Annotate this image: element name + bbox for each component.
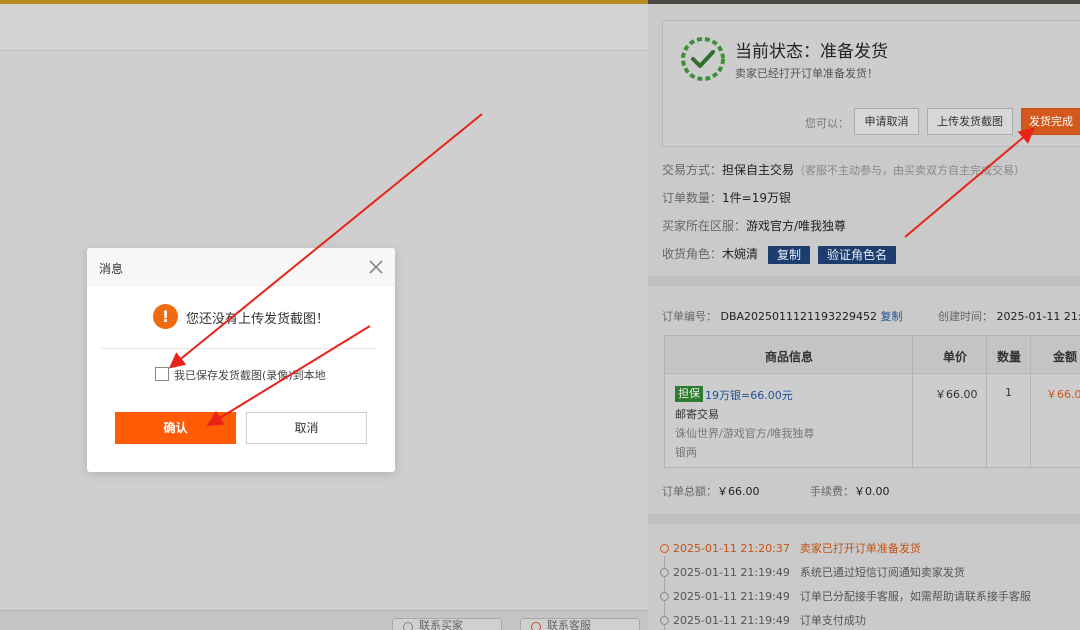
order-id-label: 订单编号： [662, 310, 717, 323]
column-divider [986, 336, 987, 467]
header-product-info: 商品信息 [765, 350, 814, 364]
table-header: 商品信息 单价 数量 金额 [665, 336, 1080, 374]
timeline-text: 订单支付成功 [799, 614, 866, 627]
product-trade-type: 邮寄交易 [675, 408, 719, 421]
fee-row: 手续费：￥0.00 [810, 483, 890, 499]
timeline-dot-icon [660, 592, 669, 601]
fee-value: ￥0.00 [854, 485, 890, 498]
total-value: ￥66.00 [717, 485, 760, 498]
product-server: 诛仙世界/游戏官方/唯我独尊 [675, 427, 815, 440]
timeline-time: 2025-01-11 21:19:49 [673, 614, 790, 627]
close-icon[interactable] [367, 258, 385, 276]
trade-mode-row: 交易方式：担保自主交易（客服不主动参与，由买卖双方自主完成交易） [662, 161, 1025, 178]
contact-service-label: 联系客服 [547, 619, 591, 630]
order-id-row: 订单编号： DBA2025011121193229452 复制 [662, 308, 903, 324]
person-icon [403, 622, 413, 630]
right-top-bar [648, 0, 1080, 4]
order-quantity-row: 订单数量：1件=19万银 [662, 189, 791, 206]
header-unit-price: 单价 [943, 350, 968, 364]
dialog-title: 消息 [99, 262, 124, 276]
timeline-item: 2025-01-11 21:19:49 订单已分配接手客服，如需帮助请联系接手客服 [660, 590, 1031, 604]
trade-mode-value: 担保自主交易 [722, 163, 795, 177]
left-header-strip [0, 4, 648, 51]
timeline-time: 2025-01-11 21:19:49 [673, 566, 790, 579]
fee-label: 手续费： [810, 485, 854, 498]
copy-order-id-link[interactable]: 复制 [881, 310, 903, 323]
contact-service-button[interactable]: 联系客服 [520, 618, 640, 630]
ship-done-button[interactable]: 发货完成 [1021, 108, 1080, 135]
order-items-table: 商品信息 单价 数量 金额 担保 19万银=66.00元 邮寄交易 诛仙世界/游… [664, 335, 1080, 468]
header-amount: 金额 [1053, 350, 1078, 364]
trade-mode-hint: （客服不主动参与，由买卖双方自主完成交易） [794, 164, 1026, 177]
timeline-time: 2025-01-11 21:19:49 [673, 590, 790, 603]
quantity-cell: 1 [1005, 386, 1012, 399]
guarantee-tag: 担保 [675, 386, 703, 402]
timeline-text: 卖家已打开订单准备发货 [799, 542, 921, 555]
order-id-value: DBA2025011121193229452 [720, 310, 878, 323]
status-check-icon [681, 37, 725, 81]
server-label: 买家所在区服： [662, 219, 747, 233]
cancel-button[interactable]: 取消 [246, 412, 367, 444]
headset-icon [531, 622, 541, 630]
created-label: 创建时间： [938, 310, 993, 323]
amount-value: ￥66.00 [1046, 388, 1080, 401]
quantity-value: 1件=19万银 [722, 191, 791, 205]
confirm-button[interactable]: 确认 [115, 412, 236, 444]
receiver-role-row: 收货角色：木婉清 复制 验证角色名 [662, 245, 897, 264]
total-label: 订单总额： [662, 485, 717, 498]
timeline-text: 订单已分配接手客服，如需帮助请联系接手客服 [799, 590, 1031, 603]
status-description: 卖家已经打开订单准备发货！ [735, 67, 878, 80]
quantity-label: 订单数量： [662, 191, 723, 205]
buyer-server-row: 买家所在区服：游戏官方/唯我独尊 [662, 217, 846, 234]
saved-screenshot-label[interactable]: 我已保存发货截图(录像)到本地 [174, 367, 326, 383]
timeline-dot-icon [660, 616, 669, 625]
timeline-item: 2025-01-11 21:19:49 订单支付成功 [660, 614, 866, 628]
role-label: 收货角色： [662, 247, 723, 261]
unit-price-value: ￥66.00 [935, 388, 978, 401]
timeline-dot-icon [660, 568, 669, 577]
order-status-card: 当前状态：准备发货 卖家已经打开订单准备发货！ 您可以： 申请取消 上传发货截图… [662, 20, 1080, 147]
copy-role-button[interactable]: 复制 [768, 245, 811, 264]
upload-screenshot-button[interactable]: 上传发货截图 [927, 108, 1013, 135]
timeline-item: 2025-01-11 21:20:37 卖家已打开订单准备发货 [660, 542, 921, 556]
dialog-header: 消息 [87, 248, 395, 286]
timeline-item: 2025-01-11 21:19:49 系统已通过短信订阅通知卖家发货 [660, 566, 965, 580]
request-cancel-button[interactable]: 申请取消 [854, 108, 919, 135]
verify-role-button[interactable]: 验证角色名 [818, 245, 897, 264]
timeline-time: 2025-01-11 21:20:37 [673, 542, 790, 555]
status-title: 当前状态：准备发货 [735, 42, 888, 62]
product-category: 银两 [675, 446, 697, 459]
order-created-row: 创建时间： 2025-01-11 21:19 [938, 308, 1080, 324]
role-value: 木婉清 [722, 247, 759, 261]
product-name-link[interactable]: 19万银=66.00元 [705, 387, 793, 403]
section-divider [648, 276, 1080, 286]
order-total-row: 订单总额：￥66.00 [662, 483, 760, 499]
dialog-message: 您还没有上传发货截图！ [186, 312, 330, 327]
server-value: 游戏官方/唯我独尊 [746, 219, 847, 233]
contact-buyer-button[interactable]: 联系买家 [392, 618, 502, 630]
header-quantity: 数量 [997, 350, 1022, 364]
section-divider [648, 514, 1080, 524]
timeline-dot-icon [660, 544, 669, 553]
order-detail-panel: 当前状态：准备发货 卖家已经打开订单准备发货！ 您可以： 申请取消 上传发货截图… [648, 0, 1080, 630]
actions-label: 您可以： [805, 117, 849, 130]
contact-buyer-label: 联系买家 [419, 619, 463, 630]
timeline-text: 系统已通过短信订阅通知卖家发货 [799, 566, 965, 579]
column-divider [1030, 336, 1031, 467]
saved-screenshot-checkbox[interactable] [155, 367, 169, 381]
created-value: 2025-01-11 21:19 [996, 310, 1080, 323]
dialog-separator [101, 348, 376, 349]
column-divider [912, 336, 913, 467]
trade-mode-label: 交易方式： [662, 163, 723, 177]
warning-icon: ! [153, 304, 178, 329]
message-dialog: 消息 ! 您还没有上传发货截图！ 我已保存发货截图(录像)到本地 确认 取消 [87, 248, 395, 472]
